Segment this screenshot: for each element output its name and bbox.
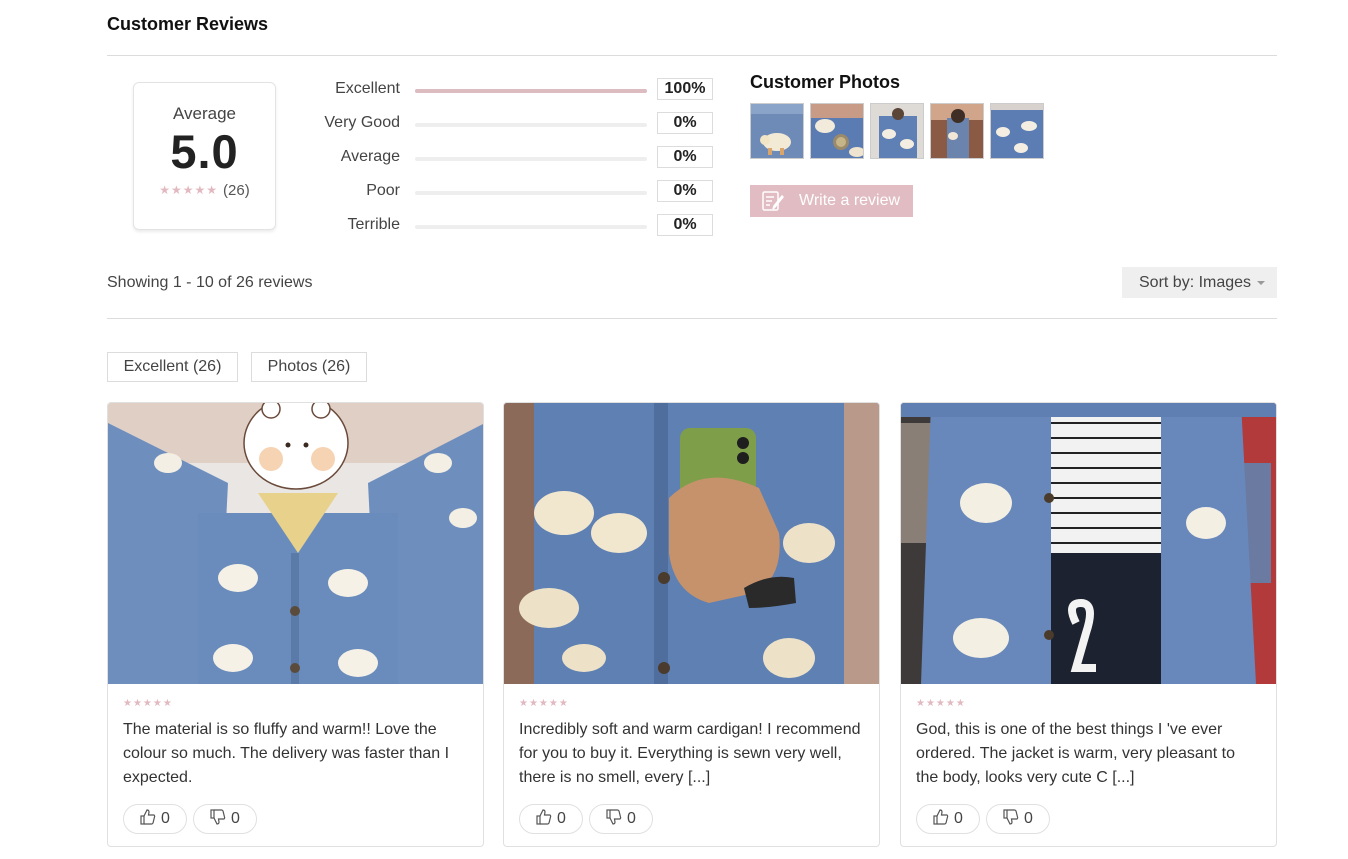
filter-chip-excellent[interactable]: Excellent (26) bbox=[107, 352, 238, 382]
thumbs-up-icon bbox=[536, 808, 552, 830]
distribution-bar bbox=[415, 225, 647, 229]
divider bbox=[107, 55, 1277, 56]
divider bbox=[107, 318, 1277, 319]
like-count: 0 bbox=[557, 810, 566, 827]
average-rating-box: Average 5.0 ★★★★★ (26) bbox=[133, 82, 276, 230]
review-body: ★★★★★ God, this is one of the best thing… bbox=[901, 684, 1276, 834]
filter-chip-label: Photos (26) bbox=[267, 358, 351, 375]
distribution-label: Excellent bbox=[335, 80, 400, 97]
distribution-percent: 0% bbox=[657, 146, 713, 168]
star-rating-icon: ★★★★★ bbox=[916, 698, 966, 709]
customer-photo-thumbnails bbox=[750, 103, 1044, 159]
photo-thumbnail[interactable] bbox=[870, 103, 924, 159]
distribution-label: Terrible bbox=[347, 216, 400, 233]
dislike-button[interactable]: 0 bbox=[589, 804, 653, 834]
distribution-bar bbox=[415, 191, 647, 195]
photo-thumbnail[interactable] bbox=[990, 103, 1044, 159]
distribution-row-very-good[interactable]: Very Good 0% bbox=[300, 112, 720, 136]
distribution-bar bbox=[415, 157, 647, 161]
distribution-row-poor[interactable]: Poor 0% bbox=[300, 180, 720, 204]
average-value: 5.0 bbox=[170, 125, 239, 178]
like-button[interactable]: 0 bbox=[519, 804, 583, 834]
thumbs-down-icon bbox=[606, 808, 622, 830]
review-text: The material is so fluffy and warm!! Lov… bbox=[123, 721, 450, 786]
dislike-count: 0 bbox=[627, 810, 636, 827]
review-photo[interactable] bbox=[504, 403, 879, 684]
thumbs-down-icon bbox=[210, 808, 226, 830]
distribution-label: Poor bbox=[366, 182, 400, 199]
review-card: ★★★★★ God, this is one of the best thing… bbox=[900, 402, 1277, 847]
distribution-row-average[interactable]: Average 0% bbox=[300, 146, 720, 170]
pencil-note-icon bbox=[762, 190, 786, 212]
write-review-label: Write a review bbox=[799, 192, 901, 209]
star-rating-icon: ★★★★★ bbox=[519, 698, 569, 709]
showing-count: Showing 1 - 10 of 26 reviews bbox=[107, 274, 313, 291]
review-votes: 0 0 bbox=[519, 804, 864, 834]
distribution-label: Very Good bbox=[324, 114, 400, 131]
review-body: ★★★★★ Incredibly soft and warm cardigan!… bbox=[504, 684, 879, 834]
review-photo[interactable] bbox=[901, 403, 1276, 684]
dislike-count: 0 bbox=[231, 810, 240, 827]
like-count: 0 bbox=[161, 810, 170, 827]
review-votes: 0 0 bbox=[123, 804, 468, 834]
distribution-row-terrible[interactable]: Terrible 0% bbox=[300, 214, 720, 238]
review-text: God, this is one of the best things I 'v… bbox=[916, 721, 1235, 786]
distribution-fill bbox=[415, 89, 647, 93]
review-card: ★★★★★ The material is so fluffy and warm… bbox=[107, 402, 484, 847]
thumbs-down-icon bbox=[1003, 808, 1019, 830]
sort-dropdown[interactable]: Sort by: Images bbox=[1122, 267, 1277, 298]
distribution-percent: 0% bbox=[657, 112, 713, 134]
review-photo[interactable] bbox=[108, 403, 483, 684]
distribution-percent: 0% bbox=[657, 180, 713, 202]
chevron-down-icon bbox=[1257, 281, 1265, 285]
distribution-row-excellent[interactable]: Excellent 100% bbox=[300, 78, 720, 102]
dislike-button[interactable]: 0 bbox=[986, 804, 1050, 834]
photo-thumbnail[interactable] bbox=[810, 103, 864, 159]
section-title: Customer Reviews bbox=[107, 14, 269, 34]
thumbs-up-icon bbox=[933, 808, 949, 830]
average-label: Average bbox=[172, 104, 236, 123]
distribution-bar bbox=[415, 89, 647, 93]
review-card: ★★★★★ Incredibly soft and warm cardigan!… bbox=[503, 402, 880, 847]
customer-photos-title: Customer Photos bbox=[750, 72, 901, 92]
photo-thumbnail[interactable] bbox=[750, 103, 804, 159]
like-button[interactable]: 0 bbox=[123, 804, 187, 834]
write-review-button[interactable]: Write a review bbox=[750, 185, 913, 217]
filter-chip-photos[interactable]: Photos (26) bbox=[251, 352, 367, 382]
dislike-button[interactable]: 0 bbox=[193, 804, 257, 834]
like-count: 0 bbox=[954, 810, 963, 827]
distribution-percent: 100% bbox=[657, 78, 713, 100]
star-rating-icon: ★★★★★ bbox=[159, 183, 219, 198]
thumbs-up-icon bbox=[140, 808, 156, 830]
sort-label: Sort by: Images bbox=[1139, 273, 1252, 291]
photo-thumbnail[interactable] bbox=[930, 103, 984, 159]
average-stars-row: ★★★★★ (26) bbox=[134, 182, 275, 199]
review-votes: 0 0 bbox=[916, 804, 1261, 834]
distribution-bar bbox=[415, 123, 647, 127]
dislike-count: 0 bbox=[1024, 810, 1033, 827]
distribution-percent: 0% bbox=[657, 214, 713, 236]
review-body: ★★★★★ The material is so fluffy and warm… bbox=[108, 684, 483, 834]
filter-chip-label: Excellent (26) bbox=[123, 358, 222, 375]
star-rating-icon: ★★★★★ bbox=[123, 698, 173, 709]
distribution-label: Average bbox=[340, 148, 400, 165]
like-button[interactable]: 0 bbox=[916, 804, 980, 834]
review-count: (26) bbox=[223, 181, 250, 199]
review-text: Incredibly soft and warm cardigan! I rec… bbox=[519, 721, 861, 786]
